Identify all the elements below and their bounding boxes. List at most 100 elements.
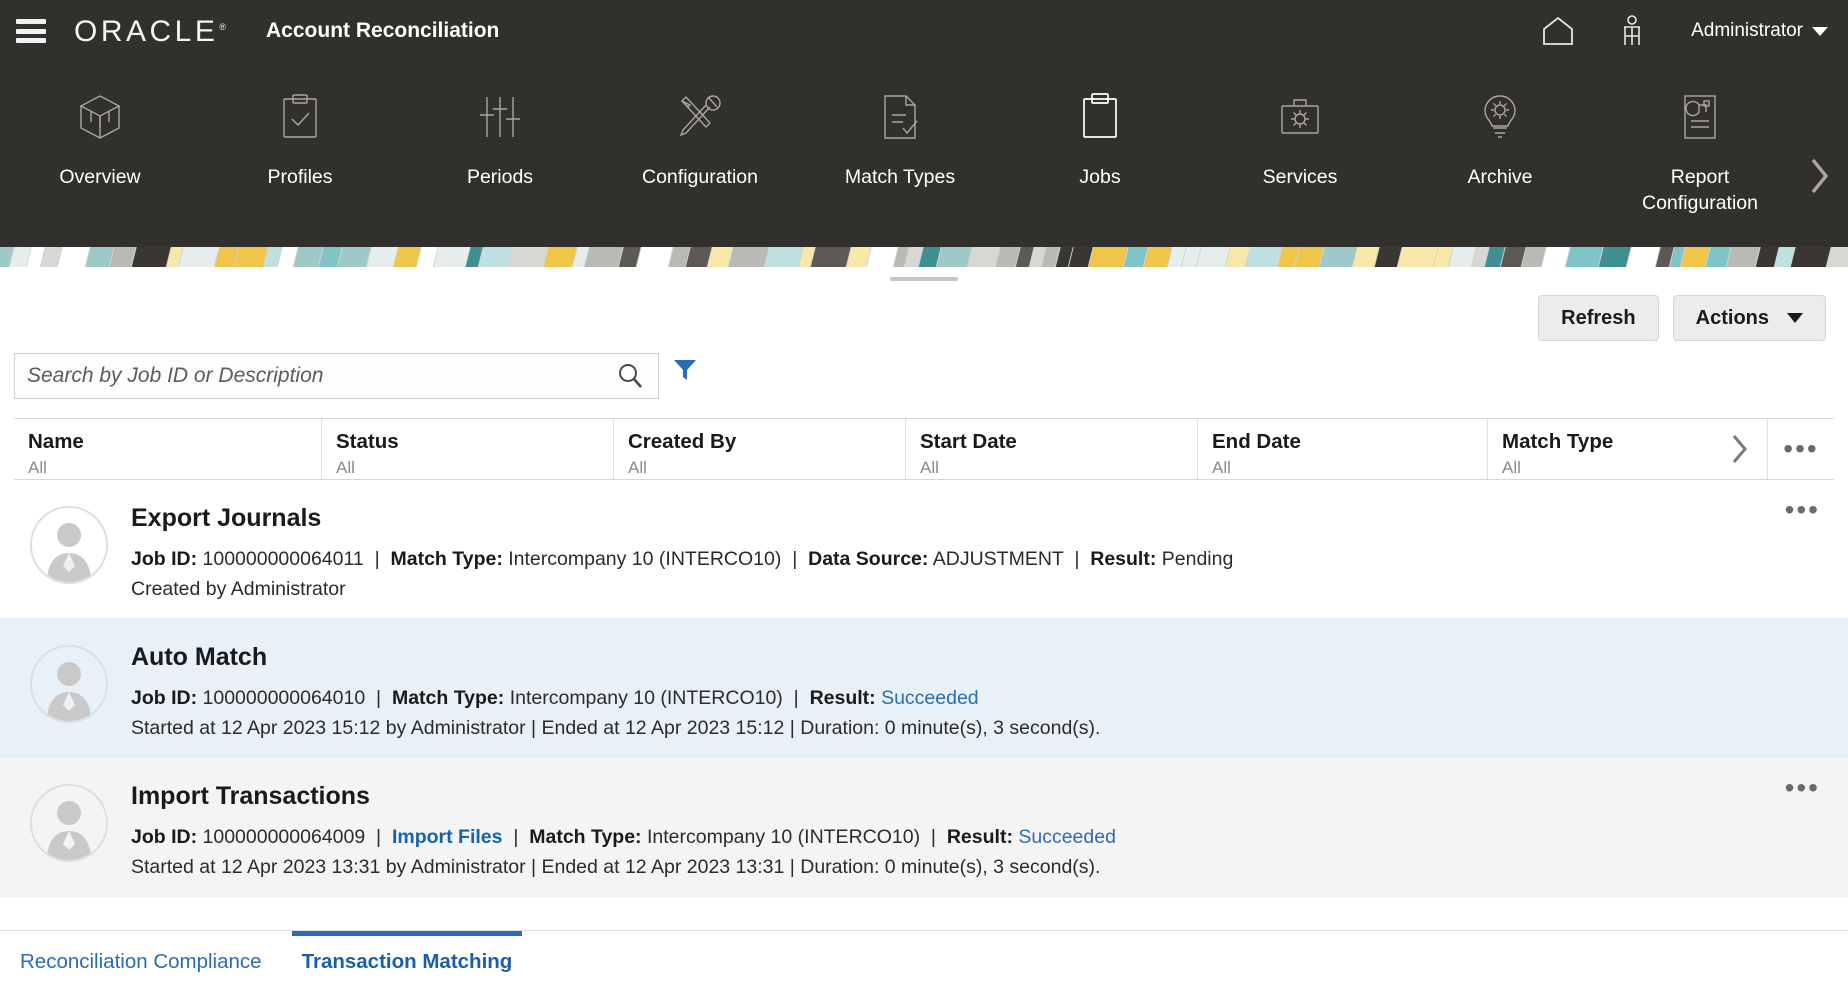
job-subline: Created by Administrator xyxy=(131,578,346,601)
nav-label: Profiles xyxy=(267,166,333,188)
search-box[interactable] xyxy=(14,353,659,399)
cube-icon xyxy=(73,90,127,144)
banner-tile xyxy=(1317,247,1359,267)
nav-item-configuration[interactable]: Configuration xyxy=(600,62,800,190)
decorative-banner-strip xyxy=(0,247,1848,267)
job-id-label: Job ID: xyxy=(131,826,198,848)
banner-tile xyxy=(808,247,853,267)
nav-item-archive[interactable]: Archive xyxy=(1400,62,1600,190)
column-title: End Date xyxy=(1212,429,1301,453)
banner-tile xyxy=(582,247,625,267)
nav-label: Configuration xyxy=(642,166,758,188)
table-row[interactable]: Export Journals Job ID: 100000000064011 … xyxy=(0,480,1848,619)
user-menu[interactable]: Administrator xyxy=(1691,20,1828,42)
document-check-icon xyxy=(873,90,927,144)
actions-button[interactable]: Actions xyxy=(1672,295,1826,341)
column-title: Created By xyxy=(628,429,737,453)
column-header-name[interactable]: Name All xyxy=(14,419,322,479)
user-avatar-icon xyxy=(30,645,108,723)
main-navigation: Overview Profiles Periods Configuration … xyxy=(0,62,1848,247)
search-icon[interactable] xyxy=(602,362,658,390)
chevron-down-icon xyxy=(1812,26,1828,36)
column-filter-value: All xyxy=(1212,458,1231,478)
banner-tile xyxy=(506,247,550,267)
nav-item-profiles[interactable]: Profiles xyxy=(200,62,400,190)
table-row[interactable]: Auto Match Job ID: 100000000064010 | Mat… xyxy=(0,619,1848,758)
column-header-status[interactable]: Status All xyxy=(322,419,614,479)
result-label: Result: xyxy=(946,826,1013,848)
home-icon[interactable] xyxy=(1521,0,1595,62)
report-chart-icon xyxy=(1673,90,1727,144)
nav-item-periods[interactable]: Periods xyxy=(400,62,600,190)
panel-drag-handle[interactable] xyxy=(890,277,958,281)
banner-tile xyxy=(129,247,173,267)
column-title: Status xyxy=(336,429,399,453)
clipboard-check-icon xyxy=(273,90,327,144)
job-id-value: 100000000064011 xyxy=(202,548,364,570)
banner-tile xyxy=(726,247,771,267)
job-id-value: 100000000064009 xyxy=(202,826,366,848)
filter-icon[interactable] xyxy=(672,357,698,388)
result-value: Pending xyxy=(1161,548,1234,570)
nav-item-report-configuration[interactable]: Report Configuration xyxy=(1600,62,1800,217)
clipboard-icon xyxy=(1073,90,1127,144)
tab-label: Transaction Matching xyxy=(301,950,513,973)
jobs-list: Export Journals Job ID: 100000000064011 … xyxy=(0,480,1848,897)
header-actions: Administrator xyxy=(1521,0,1848,62)
nav-item-match-types[interactable]: Match Types xyxy=(800,62,1000,190)
banner-tile xyxy=(176,247,221,267)
refresh-button[interactable]: Refresh xyxy=(1538,295,1659,341)
banner-tile xyxy=(1395,247,1440,267)
column-header-start-date[interactable]: Start Date All xyxy=(906,419,1198,479)
result-label: Result: xyxy=(809,687,876,709)
app-title: Account Reconciliation xyxy=(266,19,500,42)
match-type-label: Match Type: xyxy=(391,687,505,709)
nav-label: Archive xyxy=(1467,166,1533,188)
job-meta-line: Job ID: 100000000064011 | Match Type: In… xyxy=(131,548,1234,570)
nav-item-jobs[interactable]: Jobs xyxy=(1000,62,1200,190)
row-more-horizontal-icon[interactable]: ••• xyxy=(1785,496,1820,524)
data-source-value: ADJUSTMENT xyxy=(932,548,1064,570)
job-meta-line: Job ID: 100000000064010 | Match Type: In… xyxy=(131,687,979,709)
accessibility-icon[interactable] xyxy=(1595,0,1669,62)
table-column-headers: Name All Status All Created By All Start… xyxy=(14,418,1834,480)
lightbulb-icon xyxy=(1473,90,1527,144)
tab-transaction-matching[interactable]: Transaction Matching xyxy=(282,931,533,996)
column-filter-value: All xyxy=(1502,458,1521,478)
nav-item-overview[interactable]: Overview xyxy=(0,62,200,190)
job-details: Auto Match Job ID: 100000000064010 | Mat… xyxy=(131,641,1100,743)
row-more-horizontal-icon[interactable]: ••• xyxy=(1785,774,1820,802)
chevron-down-icon xyxy=(1787,313,1803,323)
nav-next-chevron-right-icon[interactable] xyxy=(1806,154,1848,203)
columns-expand-chevron-right-icon[interactable] xyxy=(1710,419,1768,479)
column-filter-value: All xyxy=(628,458,647,478)
tab-reconciliation-compliance[interactable]: Reconciliation Compliance xyxy=(0,931,282,996)
result-value-link[interactable]: Succeeded xyxy=(1018,826,1116,848)
nav-label: Periods xyxy=(466,166,534,188)
match-type-value: Intercompany 10 (INTERCO10) xyxy=(646,826,921,848)
job-details: Export Journals Job ID: 100000000064011 … xyxy=(131,502,1233,604)
job-title: Export Journals xyxy=(131,504,322,532)
column-header-created-by[interactable]: Created By All xyxy=(614,419,906,479)
table-row[interactable]: Import Transactions Job ID: 100000000064… xyxy=(0,758,1848,897)
banner-tile xyxy=(1788,247,1833,267)
job-title: Import Transactions xyxy=(131,782,370,810)
actions-button-label: Actions xyxy=(1695,306,1769,329)
match-type-label: Match Type: xyxy=(529,826,642,848)
job-details: Import Transactions Job ID: 100000000064… xyxy=(131,780,1116,882)
bottom-tab-bar: Reconciliation Compliance Transaction Ma… xyxy=(0,930,1848,996)
nav-item-services[interactable]: Services xyxy=(1200,62,1400,190)
hamburger-menu-icon[interactable] xyxy=(16,19,46,43)
oracle-logo: ORACLE xyxy=(74,15,226,47)
user-menu-label: Administrator xyxy=(1691,20,1803,41)
import-files-link[interactable]: Import Files xyxy=(392,826,503,848)
result-value-link[interactable]: Succeeded xyxy=(881,687,979,709)
search-input[interactable] xyxy=(15,364,602,388)
column-header-match-type[interactable]: Match Type All xyxy=(1488,419,1710,479)
toolbox-icon xyxy=(1273,90,1327,144)
job-title: Auto Match xyxy=(131,643,268,671)
column-header-end-date[interactable]: End Date All xyxy=(1198,419,1488,479)
columns-more-horizontal-icon[interactable]: ••• xyxy=(1768,419,1834,479)
top-header-bar: ORACLE Account Reconciliation Administra… xyxy=(0,0,1848,62)
job-subline: Started at 12 Apr 2023 15:12 by Administ… xyxy=(131,717,1101,740)
